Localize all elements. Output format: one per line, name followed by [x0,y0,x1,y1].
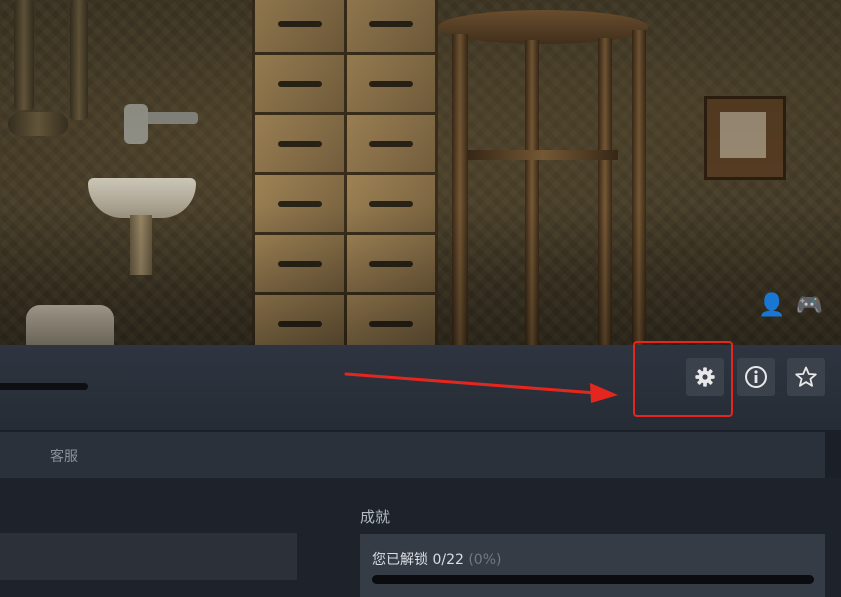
star-icon [795,366,817,387]
info-button[interactable] [737,358,775,396]
gear-icon [695,367,715,387]
tab-bar: 客服 [0,432,825,478]
game-hero-artwork: 👤 🎮 [0,0,841,345]
achievements-percent: (0%) [468,552,502,568]
game-mode-icons: 👤 🎮 [758,293,823,319]
achievements-unlocked-text: 您已解锁 0/22 [372,552,464,568]
activity-panel [0,533,297,580]
favorite-button[interactable] [787,358,825,396]
annotation-arrow [344,372,618,403]
single-player-icon: 👤 [758,293,786,318]
controller-icon: 🎮 [795,293,823,318]
achievements-summary: 您已解锁 0/22 (0%) [372,549,501,569]
achievements-progress-bar [372,575,814,584]
achievements-panel[interactable]: 您已解锁 0/22 (0%) [360,534,825,597]
settings-button[interactable] [686,358,724,396]
achievements-section-title: 成就 [360,508,391,526]
tab-support[interactable]: 客服 [50,446,78,466]
playtime-progress-bar [0,383,88,390]
info-icon [745,366,767,388]
